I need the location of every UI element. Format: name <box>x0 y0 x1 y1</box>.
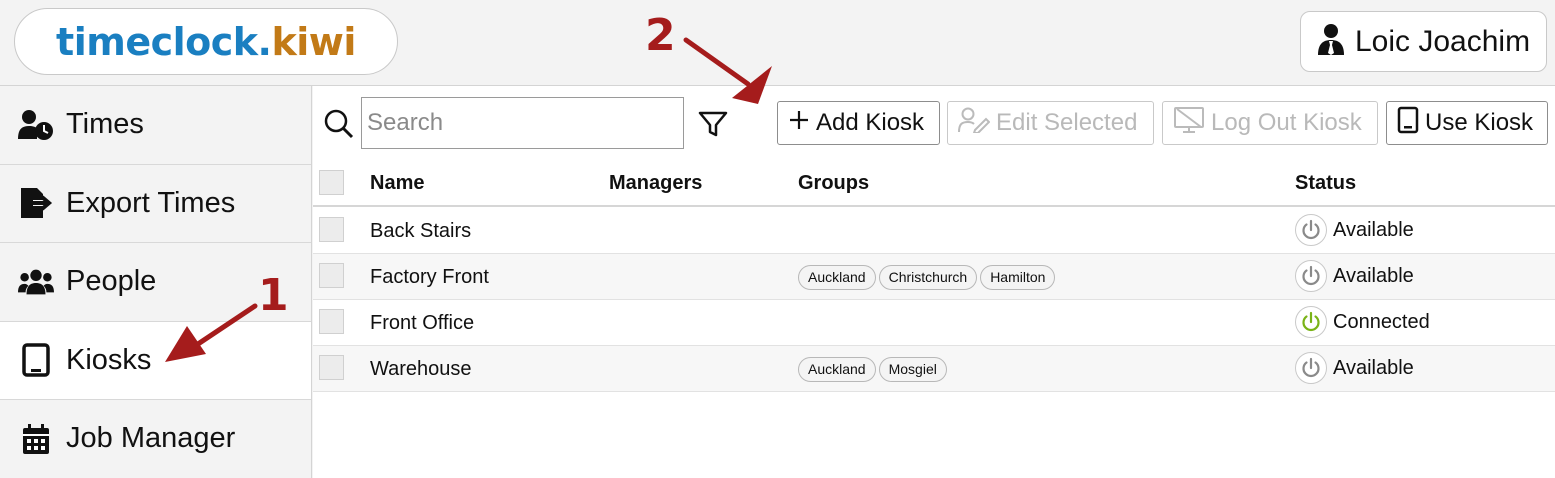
add-kiosk-label: Add Kiosk <box>816 109 925 136</box>
select-all-checkbox[interactable] <box>319 170 344 195</box>
monitor-off-icon <box>1173 106 1205 141</box>
group-tags: Auckland Mosgiel <box>798 357 947 382</box>
tablet-icon <box>18 342 54 378</box>
row-checkbox[interactable] <box>319 263 344 288</box>
sidebar-item-job-manager[interactable]: Job Manager <box>0 400 311 478</box>
group-tag: Mosgiel <box>878 357 947 382</box>
add-kiosk-button[interactable]: Add Kiosk <box>777 101 940 145</box>
kiosk-name: Back Stairs <box>370 220 472 242</box>
user-edit-icon <box>958 107 991 140</box>
status-text: Available <box>1333 218 1414 241</box>
search-input[interactable] <box>361 97 684 149</box>
kiosk-status: Available <box>1295 260 1414 292</box>
sidebar-item-label: Kiosks <box>66 343 152 376</box>
table-row[interactable]: Warehouse Auckland Mosgiel Available <box>313 346 1555 392</box>
kiosk-status: Available <box>1295 352 1414 384</box>
filter-icon[interactable] <box>697 108 729 140</box>
calendar-icon <box>18 421 54 457</box>
kiosk-name: Warehouse <box>370 358 472 380</box>
kiosk-status: Connected <box>1295 306 1430 338</box>
users-icon <box>18 264 54 300</box>
plus-icon <box>788 109 810 138</box>
status-text: Available <box>1333 264 1414 287</box>
log-out-kiosk-label: Log Out Kiosk <box>1211 109 1362 136</box>
group-tag: Hamilton <box>980 265 1056 290</box>
user-clock-icon <box>18 107 54 143</box>
tablet-icon <box>1397 106 1419 141</box>
user-icon <box>1317 23 1345 60</box>
column-header-name[interactable]: Name <box>370 172 424 195</box>
user-menu-button[interactable]: Loic Joachim <box>1300 11 1547 72</box>
group-tags: Auckland Christchurch Hamilton <box>798 265 1056 290</box>
column-header-groups[interactable]: Groups <box>798 172 869 195</box>
sidebar-item-people[interactable]: People <box>0 243 311 322</box>
app-header: timeclock.kiwi Loic Joachim <box>0 0 1555 86</box>
main-content: Add Kiosk Edit Selected Log Out Kiosk Us… <box>313 86 1555 478</box>
group-tag: Christchurch <box>878 265 978 290</box>
sidebar-item-kiosks[interactable]: Kiosks <box>0 321 311 400</box>
file-export-icon <box>18 185 54 221</box>
edit-selected-button[interactable]: Edit Selected <box>947 101 1154 145</box>
status-text: Available <box>1333 356 1414 379</box>
log-out-kiosk-button[interactable]: Log Out Kiosk <box>1162 101 1378 145</box>
logo-text-primary: timeclock. <box>56 19 272 64</box>
kiosk-name: Factory Front <box>370 266 489 288</box>
table-header: Name Managers Groups Status <box>313 162 1555 207</box>
power-icon <box>1295 352 1327 384</box>
logo-text-secondary: kiwi <box>271 19 357 64</box>
sidebar-item-times[interactable]: Times <box>0 86 311 165</box>
kiosk-name: Front Office <box>370 312 475 334</box>
sidebar-item-label: People <box>66 265 157 298</box>
table-row[interactable]: Back Stairs Available <box>313 208 1555 254</box>
row-checkbox[interactable] <box>319 355 344 380</box>
power-icon <box>1295 306 1327 338</box>
row-checkbox[interactable] <box>319 309 344 334</box>
sidebar-item-label: Export Times <box>66 186 236 219</box>
sidebar-nav: Times Export Times People Kiosks Job Man… <box>0 86 312 478</box>
power-icon <box>1295 214 1327 246</box>
table-row[interactable]: Front Office Connected <box>313 300 1555 346</box>
edit-selected-label: Edit Selected <box>996 109 1138 136</box>
sidebar-item-label: Job Manager <box>66 422 236 455</box>
toolbar: Add Kiosk Edit Selected Log Out Kiosk Us… <box>313 86 1555 162</box>
group-tag: Auckland <box>798 265 876 290</box>
group-tag: Auckland <box>798 357 876 382</box>
column-header-status[interactable]: Status <box>1295 172 1356 195</box>
use-kiosk-label: Use Kiosk <box>1425 109 1534 136</box>
search-icon <box>323 108 355 140</box>
power-icon <box>1295 260 1327 292</box>
kiosk-status: Available <box>1295 214 1414 246</box>
use-kiosk-button[interactable]: Use Kiosk <box>1386 101 1548 145</box>
sidebar-item-export-times[interactable]: Export Times <box>0 165 311 243</box>
column-header-managers[interactable]: Managers <box>609 172 702 195</box>
user-name: Loic Joachim <box>1355 24 1531 58</box>
status-text: Connected <box>1333 310 1430 333</box>
table-row[interactable]: Factory Front Auckland Christchurch Hami… <box>313 254 1555 300</box>
app-logo[interactable]: timeclock.kiwi <box>14 8 398 75</box>
sidebar-item-label: Times <box>66 108 144 141</box>
row-checkbox[interactable] <box>319 217 344 242</box>
